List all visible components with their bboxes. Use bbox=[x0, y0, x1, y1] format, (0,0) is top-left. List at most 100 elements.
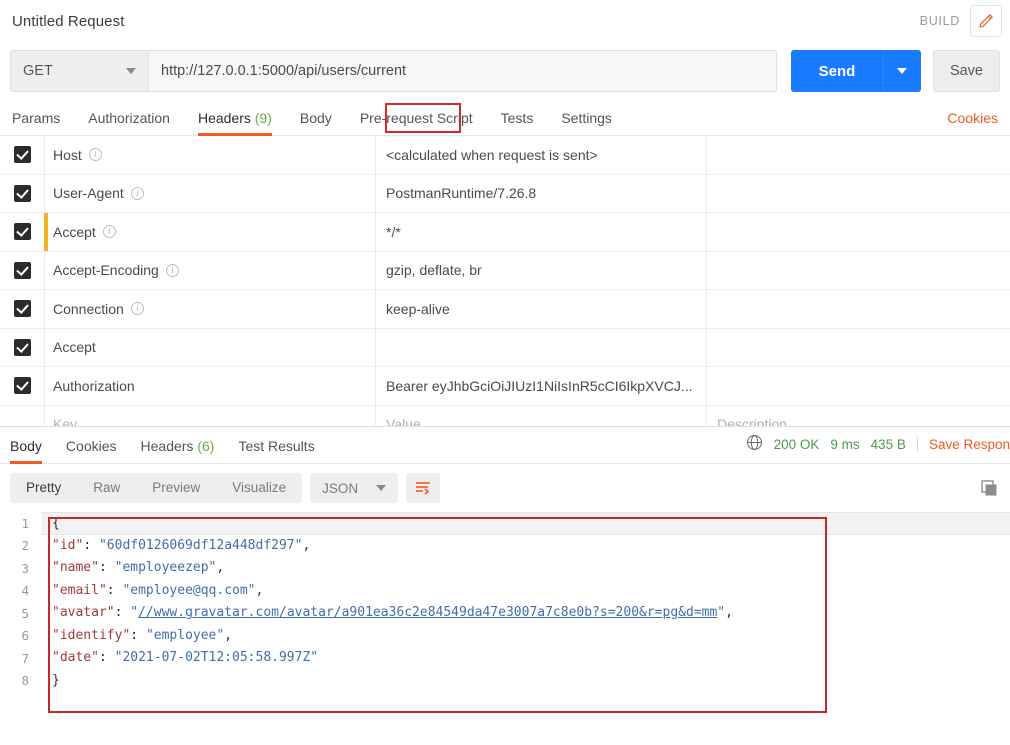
tab-body[interactable]: Body bbox=[286, 110, 346, 135]
json-link[interactable]: //www.gravatar.com/avatar/a901ea36c2e845… bbox=[138, 605, 717, 620]
request-tabs: Params Authorization Headers (9) Body Pr… bbox=[0, 100, 1010, 136]
checkbox-empty-icon[interactable] bbox=[14, 416, 31, 426]
checkbox-checked-icon[interactable] bbox=[13, 300, 31, 318]
header-description-cell[interactable] bbox=[706, 367, 1010, 405]
json-string: " bbox=[717, 605, 726, 620]
headers-new-row[interactable]: Key Value Description bbox=[0, 405, 1010, 426]
response-size: 435 B bbox=[870, 436, 906, 452]
code-text: } bbox=[42, 670, 1010, 693]
title-bar: Untitled Request BUILD bbox=[0, 0, 1010, 42]
new-value-input[interactable]: Value bbox=[375, 405, 706, 426]
cookies-link[interactable]: Cookies bbox=[947, 110, 998, 126]
view-pretty-button[interactable]: Pretty bbox=[10, 473, 77, 503]
header-key-cell[interactable]: Accept-Encoding i bbox=[44, 251, 375, 289]
header-value-cell[interactable]: keep-alive bbox=[375, 290, 706, 328]
response-status-bar: 200 OK 9 ms 435 B Save Respon bbox=[746, 434, 1010, 454]
checkbox-checked-icon[interactable] bbox=[13, 377, 31, 395]
checkbox-checked-icon[interactable] bbox=[13, 146, 31, 164]
table-row[interactable]: Host i <calculated when request is sent> bbox=[0, 136, 1010, 175]
header-description-cell[interactable] bbox=[706, 251, 1010, 289]
globe-icon[interactable] bbox=[746, 434, 763, 454]
code-line: 5 "avatar": "//www.gravatar.com/avatar/a… bbox=[0, 602, 1010, 625]
header-description-cell[interactable] bbox=[706, 136, 1010, 174]
tab-params[interactable]: Params bbox=[12, 110, 74, 135]
header-key-text: Accept bbox=[53, 339, 96, 356]
pencil-icon[interactable] bbox=[970, 5, 1002, 37]
table-row[interactable]: Authorization Bearer eyJhbGciOiJIUzI1NiIs… bbox=[0, 367, 1010, 406]
table-row[interactable]: Accept-Encoding i gzip, deflate, br bbox=[0, 251, 1010, 290]
json-string: "employee" bbox=[145, 627, 225, 643]
json-punct: : bbox=[114, 605, 131, 620]
http-method-select[interactable]: GET bbox=[10, 50, 148, 92]
save-button[interactable]: Save bbox=[932, 50, 1000, 92]
checkbox-checked-icon[interactable] bbox=[13, 223, 31, 241]
header-key-cell[interactable]: Authorization bbox=[44, 367, 375, 405]
send-options-button[interactable] bbox=[882, 50, 921, 92]
table-row[interactable]: Connection i keep-alive bbox=[0, 290, 1010, 329]
checkbox-checked-icon[interactable] bbox=[13, 261, 31, 279]
header-key-cell[interactable]: Host i bbox=[44, 136, 375, 174]
table-row[interactable]: User-Agent i PostmanRuntime/7.26.8 bbox=[0, 174, 1010, 213]
header-key-text: Connection bbox=[53, 300, 124, 317]
code-line: 1{ bbox=[0, 512, 1010, 535]
header-value-cell[interactable] bbox=[375, 328, 706, 366]
tab-pre-request-script[interactable]: Pre-request Script bbox=[346, 110, 487, 135]
json-key: "date" bbox=[52, 650, 99, 665]
tab-tests[interactable]: Tests bbox=[487, 110, 548, 135]
tab-settings[interactable]: Settings bbox=[547, 110, 626, 135]
response-tab-test-results[interactable]: Test Results bbox=[226, 438, 326, 463]
header-value-cell[interactable]: PostmanRuntime/7.26.8 bbox=[375, 174, 706, 212]
code-line: 6 "identify": "employee", bbox=[0, 625, 1010, 648]
tab-headers[interactable]: Headers (9) bbox=[184, 110, 286, 136]
view-visualize-button[interactable]: Visualize bbox=[216, 473, 302, 503]
word-wrap-icon[interactable] bbox=[406, 473, 441, 503]
view-preview-button[interactable]: Preview bbox=[136, 473, 216, 503]
copy-icon[interactable] bbox=[976, 475, 1002, 501]
new-key-input[interactable]: Key bbox=[44, 405, 375, 426]
json-punct: , bbox=[302, 537, 311, 553]
titlebar-actions: BUILD bbox=[920, 0, 1002, 42]
info-icon[interactable]: i bbox=[165, 263, 179, 277]
checkbox-checked-icon[interactable] bbox=[13, 338, 31, 356]
info-icon[interactable]: i bbox=[130, 186, 144, 200]
json-punct: , bbox=[255, 582, 264, 598]
code-text: "id": "60df0126069df12a448df297", bbox=[42, 535, 1010, 558]
header-description-cell[interactable] bbox=[706, 328, 1010, 366]
table-row[interactable]: Accept bbox=[0, 328, 1010, 367]
view-raw-button[interactable]: Raw bbox=[77, 473, 136, 503]
send-button[interactable]: Send bbox=[790, 50, 883, 92]
table-row[interactable]: Accept i */* bbox=[0, 213, 1010, 252]
code-text: { bbox=[42, 512, 1010, 535]
response-tabs: Body Cookies Headers (6) Test Results 20… bbox=[0, 426, 1010, 464]
info-icon[interactable]: i bbox=[88, 148, 102, 162]
header-description-cell[interactable] bbox=[706, 213, 1010, 251]
copy-glyph bbox=[981, 480, 997, 496]
header-key-cell[interactable]: User-Agent i bbox=[44, 174, 375, 212]
header-key-text: Host bbox=[53, 146, 82, 163]
response-tab-body[interactable]: Body bbox=[10, 438, 54, 464]
response-tab-headers[interactable]: Headers (6) bbox=[129, 438, 227, 463]
response-tab-cookies[interactable]: Cookies bbox=[54, 438, 129, 463]
header-key-cell[interactable]: Accept bbox=[44, 328, 375, 366]
new-description-input[interactable]: Description bbox=[706, 405, 1010, 426]
save-response-button[interactable]: Save Respon bbox=[929, 437, 1010, 452]
header-description-cell[interactable] bbox=[706, 290, 1010, 328]
info-icon[interactable]: i bbox=[130, 302, 144, 316]
url-input[interactable]: http://127.0.0.1:5000/api/users/current bbox=[148, 50, 777, 92]
info-icon[interactable]: i bbox=[102, 225, 116, 239]
response-body-code[interactable]: 1{2 "id": "60df0126069df12a448df297", 3 "… bbox=[0, 512, 1010, 717]
header-value-cell[interactable]: Bearer eyJhbGciOiJIUzI1NiIsInR5cCI6IkpXV… bbox=[375, 367, 706, 405]
checkbox-checked-icon[interactable] bbox=[13, 184, 31, 202]
header-value-cell[interactable]: gzip, deflate, br bbox=[375, 251, 706, 289]
json-punct: , bbox=[216, 560, 225, 575]
header-value-cell[interactable]: */* bbox=[375, 213, 706, 251]
response-format-select[interactable]: JSON bbox=[310, 473, 399, 503]
page-title: Untitled Request bbox=[12, 12, 125, 30]
header-description-cell[interactable] bbox=[706, 174, 1010, 212]
tab-authorization[interactable]: Authorization bbox=[74, 110, 184, 135]
checkbox-cell bbox=[0, 261, 44, 279]
checkbox-cell bbox=[0, 338, 44, 356]
header-key-cell[interactable]: Accept i bbox=[44, 213, 375, 251]
header-value-cell[interactable]: <calculated when request is sent> bbox=[375, 136, 706, 174]
header-key-cell[interactable]: Connection i bbox=[44, 290, 375, 328]
